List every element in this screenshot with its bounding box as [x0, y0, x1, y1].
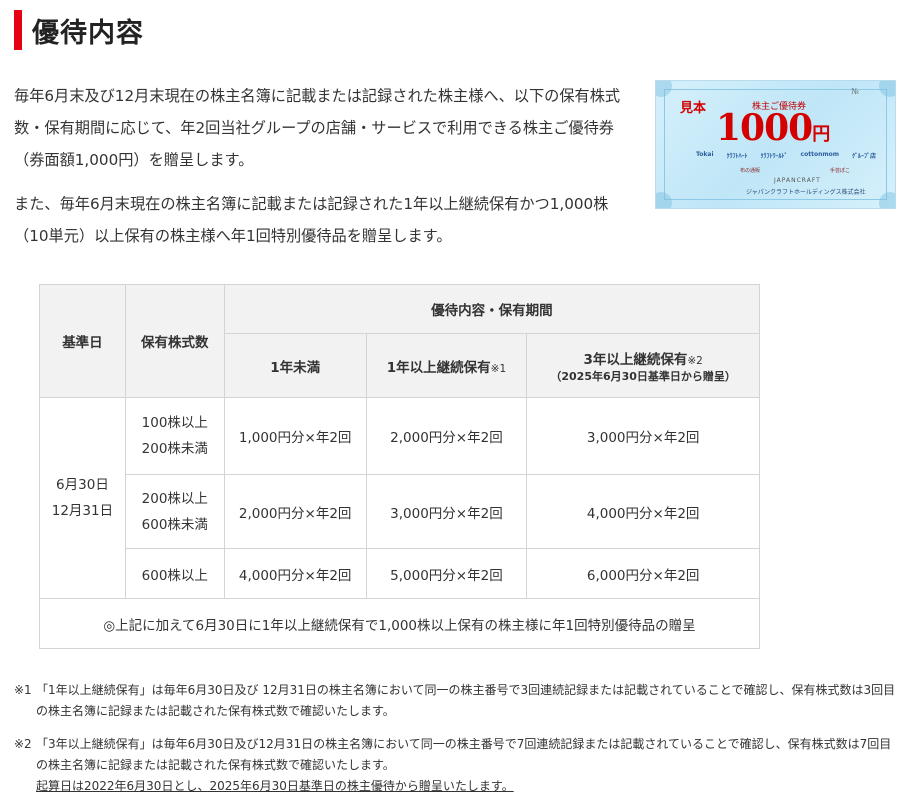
header-base-date: 基準日 [39, 284, 126, 398]
voucher-brand: Tokai [696, 151, 714, 158]
header-1-year-plus: 1年以上継続保有※1 [365, 333, 528, 398]
base-date: 12月31日 [51, 503, 114, 519]
voucher-group-logo: JAPANCRAFT [774, 177, 821, 184]
voucher-brand: ｸﾞﾙｰﾌﾟ店 [851, 153, 876, 160]
shares-value: 600株未満 [141, 516, 208, 533]
header-3-year-plus: 3年以上継続保有※2 （2025年6月30日基準日から贈呈） [526, 333, 760, 398]
voucher-amount-value: 1000 [716, 107, 813, 149]
footnote-text: 「1年以上継続保有」は毎年6月30日及び 12月31日の株主名簿において同一の株… [36, 683, 896, 718]
table-row: 6月30日 12月31日 100株以上 200株未満 1,000円分×年2回 2… [39, 397, 760, 599]
footnote-ref-2: ※2 [687, 354, 703, 367]
voucher-amount: 1000円 [716, 107, 830, 149]
table-row: 200株以上 600株未満 2,000円分×年2回 3,000円分×年2回 4,… [40, 474, 760, 549]
shares-value: 100株以上 [141, 415, 208, 431]
benefit-1y-plus: 2,000円分×年2回 [365, 397, 528, 475]
voucher-brand: ｸﾗﾌﾄﾊｰﾄ [726, 153, 748, 160]
header-shares-held: 保有株式数 [124, 284, 225, 398]
voucher-brand: 手芸ぽこ [829, 168, 850, 174]
header-3-year-plus-label: 3年以上継続保有 [583, 351, 688, 368]
voucher-brand-logos-secondary: 布の通販 手芸ぽこ [740, 167, 850, 174]
benefit-3y-plus: 6,000円分×年2回 [526, 548, 760, 599]
section-title: 優待内容 [32, 17, 144, 49]
voucher-brand: ｸﾗﾌﾄﾜｰﾙﾄﾞ [760, 153, 788, 160]
intro-paragraph-2: また、毎年6月末現在の株主名簿に記載または記録された1年以上継続保有かつ1,00… [14, 195, 609, 245]
voucher-sample-label: 見本 [680, 101, 707, 116]
benefit-3y-plus: 3,000円分×年2回 [526, 397, 760, 475]
voucher-number-label: № [851, 87, 859, 96]
footnote-text: 「3年以上継続保有」は毎年6月30日及び12月31日の株主名簿において同一の株主… [36, 737, 892, 772]
shares-cell: 600株以上 [124, 548, 225, 599]
voucher-brand-logos: Tokai ｸﾗﾌﾄﾊｰﾄ ｸﾗﾌﾄﾜｰﾙﾄﾞ cottonmom ｸﾞﾙｰﾌﾟ… [696, 151, 876, 160]
footnote-mark: ※1 [14, 683, 32, 697]
footnote-mark: ※2 [14, 737, 32, 751]
footnote-2: ※2 「3年以上継続保有」は毎年6月30日及び12月31日の株主名簿において同一… [14, 734, 899, 797]
benefit-under-1y: 2,000円分×年2回 [223, 474, 367, 549]
section-heading: 優待内容 [14, 10, 144, 50]
benefit-under-1y: 1,000円分×年2回 [223, 397, 367, 475]
voucher-currency: 円 [812, 124, 830, 145]
benefit-1y-plus: 5,000円分×年2回 [365, 548, 528, 599]
header-under-1-year: 1年未満 [223, 333, 367, 398]
shares-value: 200株未満 [141, 441, 208, 457]
voucher-brand: 布の通販 [740, 168, 761, 174]
header-3-year-plus-sub: （2025年6月30日基準日から贈呈） [550, 369, 736, 383]
header-1-year-plus-label: 1年以上継続保有 [386, 359, 491, 376]
footnotes: ※1 「1年以上継続保有」は毎年6月30日及び 12月31日の株主名簿において同… [14, 680, 899, 809]
shares-cell: 100株以上 200株未満 [124, 397, 225, 475]
header-benefit-period: 優待内容・保有期間 [223, 284, 761, 334]
benefit-1y-plus: 3,000円分×年2回 [365, 474, 528, 549]
voucher-company-name: ジャパンクラフトホールディングス株式会社 [746, 189, 866, 196]
accent-bar [14, 10, 22, 50]
voucher-brand: cottonmom [800, 151, 839, 158]
footnote-body: 「3年以上継続保有」は毎年6月30日及び12月31日の株主名簿において同一の株主… [36, 734, 899, 797]
intro-paragraph-1: 毎年6月末及び12月末現在の株主名簿に記載または記録された株主様へ、以下の保有株… [14, 87, 621, 169]
benefit-under-1y: 4,000円分×年2回 [223, 548, 367, 599]
benefit-table: 基準日 保有株式数 優待内容・保有期間 1年未満 1年以上継続保有※1 3年以上… [39, 284, 761, 649]
shares-cell: 200株以上 600株未満 [124, 474, 225, 549]
base-date: 6月30日 [56, 477, 109, 493]
table-row: 600株以上 4,000円分×年2回 5,000円分×年2回 6,000円分×年… [40, 548, 760, 599]
footnote-1: ※1 「1年以上継続保有」は毎年6月30日及び 12月31日の株主名簿において同… [14, 680, 899, 722]
intro-text: 毎年6月末及び12月末現在の株主名簿に記載または記録された株主様へ、以下の保有株… [14, 80, 639, 264]
special-gift-note: ◎上記に加えて6月30日に1年以上継続保有で1,000株以上保有の株主様に年1回… [39, 598, 760, 649]
base-date-cell: 6月30日 12月31日 [39, 397, 126, 599]
voucher-ornament [879, 192, 895, 208]
shares-value: 200株以上 [141, 490, 208, 507]
benefit-3y-plus: 4,000円分×年2回 [526, 474, 760, 549]
voucher-sample-image: № 見本 株主ご優待券 1000円 Tokai ｸﾗﾌﾄﾊｰﾄ ｸﾗﾌﾄﾜｰﾙﾄ… [655, 80, 896, 209]
shares-value: 600株以上 [141, 567, 208, 584]
footnote-underlined-text: 起算日は2022年6月30日とし、2025年6月30日基準日の株主優待から贈呈い… [36, 779, 514, 793]
footnote-ref-1: ※1 [490, 362, 507, 375]
table-footer-row: ◎上記に加えて6月30日に1年以上継続保有で1,000株以上保有の株主様に年1回… [39, 598, 760, 649]
